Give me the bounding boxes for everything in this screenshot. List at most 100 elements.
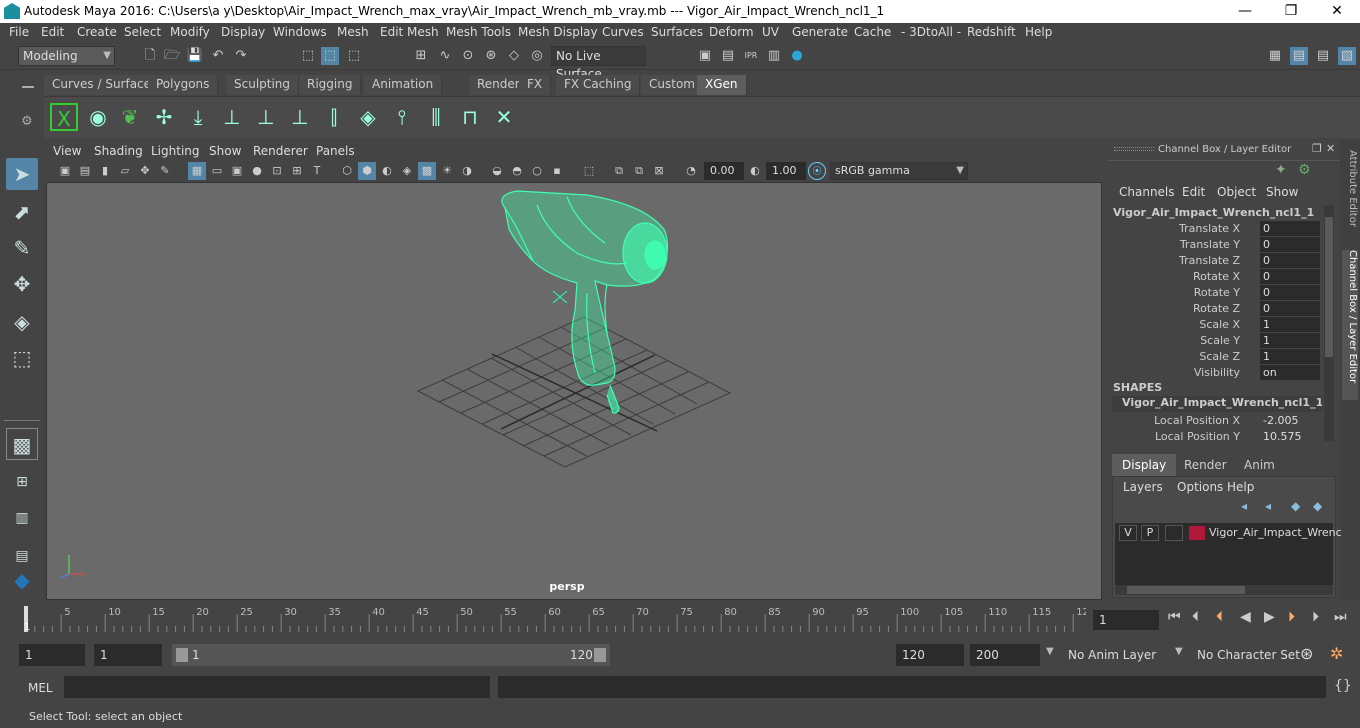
mel-command-input[interactable] xyxy=(64,676,490,698)
step-forward-frame-icon[interactable]: ⏵ xyxy=(1312,609,1319,625)
select-tool-icon[interactable]: ➤ xyxy=(6,158,38,190)
tab-anim-layers[interactable]: Anim xyxy=(1234,454,1285,476)
cb-edit-menu[interactable]: Edit xyxy=(1182,185,1205,199)
menu-file[interactable]: File xyxy=(9,25,29,39)
attr-translate-z[interactable]: Translate Z 0 xyxy=(1108,253,1322,269)
viewport-menu-lighting[interactable]: Lighting xyxy=(151,144,200,158)
xray-active-icon[interactable]: ⧉ xyxy=(630,162,648,180)
channel-box-toggle-icon[interactable]: ▤ xyxy=(1290,47,1308,65)
move-layer-up-icon[interactable]: ◂ xyxy=(1241,499,1247,513)
xray-icon[interactable]: ▩ xyxy=(418,162,436,180)
menu-uv[interactable]: UV xyxy=(762,25,779,39)
xgen-lock-guide-icon[interactable]: ⊥ xyxy=(286,103,314,131)
selected-object-name[interactable]: Vigor_Air_Impact_Wrench_ncl1_1 xyxy=(1113,206,1314,219)
film-gate-icon[interactable]: ▭ xyxy=(208,162,226,180)
xray-joints-icon[interactable]: ⧉ xyxy=(610,162,628,180)
side-by-side-layout-icon[interactable]: ▥ xyxy=(6,502,38,534)
scale-tool-icon[interactable]: ⬚ xyxy=(6,342,38,374)
attr-scale-x[interactable]: Scale X 1 xyxy=(1108,317,1322,333)
shelf-settings-gear-icon[interactable]: ⚙ xyxy=(21,114,33,129)
channel-box-sync-icon[interactable]: ✦ xyxy=(1275,162,1287,178)
channel-box-tab[interactable]: Channel Box / Layer Editor xyxy=(1342,250,1358,400)
close-panel-icon[interactable]: ✕ xyxy=(1326,142,1335,155)
make-live-icon[interactable]: ◎ xyxy=(528,47,546,65)
playback-start-field[interactable]: 1 xyxy=(94,644,162,666)
range-end-handle[interactable] xyxy=(594,648,606,662)
layer-visibility-toggle[interactable]: V xyxy=(1119,525,1137,541)
attr-value-field[interactable]: 0 xyxy=(1260,237,1320,252)
menu-mesh[interactable]: Mesh xyxy=(337,25,369,39)
select-component-icon[interactable]: ⬚ xyxy=(345,47,363,65)
grease-pencil-icon[interactable]: ✎ xyxy=(156,162,174,180)
tab-polygons[interactable]: Polygons xyxy=(148,75,219,95)
layer-hscrollbar[interactable] xyxy=(1115,585,1333,595)
new-layer-selected-icon[interactable]: ◆ xyxy=(1313,499,1322,513)
menu-modify[interactable]: Modify xyxy=(170,25,210,39)
scrollbar-thumb[interactable] xyxy=(1325,217,1333,357)
attr-rotate-y[interactable]: Rotate Y 0 xyxy=(1108,285,1322,301)
select-object-icon[interactable]: ⬚ xyxy=(321,47,339,65)
two-d-pan-zoom-icon[interactable]: ✥ xyxy=(136,162,154,180)
new-layer-icon[interactable]: ◆ xyxy=(1291,499,1300,513)
shape-node-name[interactable]: Vigor_Air_Impact_Wrench_ncl1_1Sha... xyxy=(1112,396,1322,412)
camera-attributes-icon[interactable]: ▤ xyxy=(76,162,94,180)
xgen-guide-visibility-icon[interactable]: ⊥ xyxy=(252,103,280,131)
viewport-menu-shading[interactable]: Shading xyxy=(94,144,143,158)
workspace-icon[interactable]: ▦ xyxy=(1266,47,1284,65)
step-back-key-icon[interactable]: ⏴ xyxy=(1216,609,1223,625)
layer-help-menu[interactable]: Help xyxy=(1227,480,1254,494)
bookmark-icon[interactable]: ▮ xyxy=(96,162,114,180)
cb-show-menu[interactable]: Show xyxy=(1266,185,1298,199)
chevron-down-icon[interactable]: ▼ xyxy=(1175,646,1183,657)
tab-fx-caching[interactable]: FX Caching xyxy=(556,75,641,95)
xgen-sculpt-guide-icon[interactable]: ⫿ xyxy=(320,103,348,131)
render-view-icon[interactable]: ▣ xyxy=(696,47,714,65)
render-settings-icon[interactable]: ▥ xyxy=(765,47,783,65)
channel-box-scrollbar[interactable] xyxy=(1324,205,1334,441)
attr-value-field[interactable]: 1 xyxy=(1260,349,1320,364)
undo-icon[interactable]: ↶ xyxy=(209,47,227,65)
menu-mesh-display[interactable]: Mesh Display xyxy=(518,25,598,39)
gamma-icon[interactable]: ◐ xyxy=(746,162,764,180)
safe-action-icon[interactable]: ⊞ xyxy=(288,162,306,180)
tab-custom[interactable]: Custom xyxy=(641,75,704,95)
go-to-start-icon[interactable]: ⏮ xyxy=(1168,609,1181,625)
menu-edit[interactable]: Edit xyxy=(41,25,64,39)
impact-wrench-model[interactable] xyxy=(501,190,668,414)
menu-select[interactable]: Select xyxy=(124,25,161,39)
textured-icon[interactable]: ◈ xyxy=(398,162,416,180)
attr-translate-y[interactable]: Translate Y 0 xyxy=(1108,237,1322,253)
float-panel-icon[interactable]: ❐ xyxy=(1312,142,1322,155)
hypershade-icon[interactable]: ● xyxy=(788,47,806,65)
animation-end-field[interactable]: 200 xyxy=(970,644,1040,666)
tab-rigging[interactable]: Rigging xyxy=(299,75,362,95)
attr-value-field[interactable]: 0 xyxy=(1260,285,1320,300)
range-start-handle[interactable] xyxy=(176,648,188,662)
xgen-preview-eye-icon[interactable]: ◉ xyxy=(84,103,112,131)
render-current-frame-icon[interactable]: ▤ xyxy=(719,47,737,65)
perspective-viewport[interactable]: persp xyxy=(46,182,1102,600)
go-to-end-icon[interactable]: ⏭ xyxy=(1334,609,1347,625)
isolate-select-icon[interactable]: ⬚ xyxy=(580,162,598,180)
attr-value-field[interactable]: 0 xyxy=(1260,253,1320,268)
live-surface-field[interactable]: No Live Surface xyxy=(551,46,646,81)
wireframe-on-shaded-icon[interactable]: ◐ xyxy=(378,162,396,180)
attr-value-field[interactable]: 10.575 xyxy=(1260,429,1320,444)
play-forwards-icon[interactable]: ▶ xyxy=(1264,609,1275,625)
channels-menu[interactable]: Channels xyxy=(1119,185,1175,199)
exposure-icon[interactable]: ◔ xyxy=(682,162,700,180)
image-plane-icon[interactable]: ▱ xyxy=(116,162,134,180)
xgen-editor-icon[interactable]: X xyxy=(50,103,78,131)
smooth-shade-icon[interactable]: ⬢ xyxy=(358,162,376,180)
menu-generate[interactable]: Generate xyxy=(792,25,848,39)
snap-curve-icon[interactable]: ∿ xyxy=(436,47,454,65)
maximize-button[interactable]: ❐ xyxy=(1268,0,1314,23)
xgen-layers-icon[interactable]: ◈ xyxy=(354,103,382,131)
step-back-frame-icon[interactable]: ⏴ xyxy=(1192,609,1199,625)
chevron-down-icon[interactable]: ▼ xyxy=(1046,646,1054,657)
viewport-menu-renderer[interactable]: Renderer xyxy=(253,144,308,158)
menu-create[interactable]: Create xyxy=(77,25,117,39)
character-set-dropdown[interactable]: No Character Set xyxy=(1191,644,1301,666)
shadows-icon[interactable]: ◑ xyxy=(458,162,476,180)
menu-3dtoall[interactable]: - 3DtoAll - xyxy=(901,25,961,39)
